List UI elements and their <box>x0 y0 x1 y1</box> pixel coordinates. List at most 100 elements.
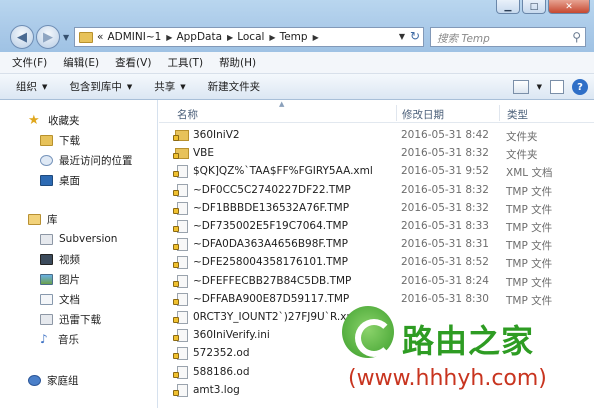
file-name: $QK]QZ%`TAA$FF%FGIRY5AA.xml <box>193 165 373 178</box>
menu-bar: 文件(F) 编辑(E) 查看(V) 工具(T) 帮助(H) <box>0 52 594 74</box>
file-date: 2016-05-31 8:42 <box>401 129 489 141</box>
sidebar-item-homegroup[interactable]: 家庭组 <box>28 371 79 389</box>
maximize-button[interactable]: □ <box>522 0 546 14</box>
lock-icon <box>173 244 179 251</box>
download-folder-icon <box>40 134 53 146</box>
watermark-url: (www.hhhyh.com) <box>348 366 547 391</box>
sidebar-item-pictures[interactable]: 图片 <box>40 270 80 288</box>
menu-tools[interactable]: 工具(T) <box>167 55 203 70</box>
file-date: 2016-05-31 8:24 <box>401 274 489 287</box>
file-row[interactable]: ~DF1BBBDE136532A76F.TMP 2016-05-31 8:32 TM… <box>171 199 591 217</box>
file-type: XML 文档 <box>506 167 553 180</box>
sidebar-item-favorites[interactable]: ★ 收藏夹 <box>28 111 80 129</box>
view-controls: ▼ ? <box>512 79 588 95</box>
file-name: 572352.od <box>193 347 250 360</box>
chevron-right-icon[interactable]: ▶ <box>166 33 172 42</box>
address-bar[interactable]: « ADMINI~1 ▶ AppData ▶ Local ▶ Temp ▶ ▼ ↻ <box>74 27 424 47</box>
file-row[interactable]: $QK]QZ%`TAA$FF%FGIRY5AA.xml 2016-05-31 9:… <box>171 162 591 180</box>
folder-icon <box>79 31 93 43</box>
file-type: TMP 文件 <box>506 222 553 234</box>
sidebar-item-libraries[interactable]: 库 <box>28 210 58 228</box>
column-name-header[interactable]: 名称 <box>177 107 198 122</box>
video-library-icon <box>40 253 53 265</box>
sidebar-item-recent[interactable]: 最近访问的位置 <box>40 151 133 169</box>
help-icon[interactable]: ? <box>572 79 588 95</box>
file-name: 588186.od <box>193 365 250 378</box>
picture-library-icon <box>40 273 53 285</box>
maximize-icon: □ <box>529 1 539 12</box>
watermark-logo <box>342 306 394 358</box>
file-row[interactable]: ~DFFABA900E87D59117.TMP 2016-05-31 8:30 TM… <box>171 290 591 308</box>
menu-help[interactable]: 帮助(H) <box>219 55 256 70</box>
organize-button[interactable]: 组织 ▼ <box>16 79 47 94</box>
chevron-right-icon[interactable]: ▶ <box>313 33 319 42</box>
window-titlebar: ▁ □ ✕ ◀ ▶ ▼ « ADMINI~1 ▶ AppData ▶ Local ▶ … <box>0 0 594 52</box>
column-divider[interactable] <box>396 105 397 121</box>
sidebar-item-downloads[interactable]: 下载 <box>40 131 80 149</box>
sidebar-item-desktop[interactable]: 桌面 <box>40 171 80 189</box>
menu-view[interactable]: 查看(V) <box>115 55 151 70</box>
file-row[interactable]: VBE 2016-05-31 8:32 文件夹 <box>171 144 591 162</box>
lock-icon <box>173 280 179 287</box>
chevron-right-icon[interactable]: ▶ <box>269 33 275 42</box>
file-name: 360IniV2 <box>193 129 240 141</box>
search-input[interactable]: 搜索 Temp ⚲ <box>430 27 586 47</box>
file-name: ~DFE258004358176101.TMP <box>193 256 348 269</box>
file-date: 2016-05-31 8:31 <box>401 238 489 251</box>
view-dropdown-icon[interactable]: ▼ <box>537 83 542 91</box>
minimize-button[interactable]: ▁ <box>496 0 520 14</box>
file-date: 2016-05-31 8:30 <box>401 292 489 305</box>
file-type: TMP 文件 <box>506 203 553 216</box>
new-folder-button[interactable]: 新建文件夹 <box>208 79 261 94</box>
watermark-brand-text: 路由之家 <box>402 322 535 360</box>
column-divider[interactable] <box>499 105 500 121</box>
file-name: VBE <box>193 147 215 160</box>
share-button[interactable]: 共享 ▼ <box>154 79 185 94</box>
forward-button[interactable]: ▶ <box>36 25 60 49</box>
lock-icon <box>173 353 179 360</box>
library-icon <box>28 213 41 225</box>
back-button[interactable]: ◀ <box>10 25 34 49</box>
file-row[interactable]: ~DFEFFECBB27B84C5DB.TMP 2016-05-31 8:24 TM… <box>171 272 591 290</box>
refresh-icon[interactable]: ↻ <box>410 29 420 43</box>
search-icon[interactable]: ⚲ <box>572 30 581 44</box>
file-name: 360IniVerify.ini <box>193 329 270 342</box>
close-icon: ✕ <box>565 1 573 12</box>
breadcrumb-appdata[interactable]: AppData ▶ <box>176 31 233 43</box>
thunder-library-icon <box>40 313 53 325</box>
search-placeholder: 搜索 Temp <box>437 33 490 45</box>
file-date: 2016-05-31 8:33 <box>401 220 489 232</box>
sidebar-item-music[interactable]: ♪ 音乐 <box>40 330 79 348</box>
file-row[interactable]: 360IniV2 2016-05-31 8:42 文件夹 <box>171 126 591 144</box>
file-name: ~DF735002E5F19C7064.TMP <box>193 220 348 232</box>
column-type-header[interactable]: 类型 <box>507 107 528 122</box>
address-dropdown-icon[interactable]: ▼ <box>399 32 405 41</box>
sidebar-item-documents[interactable]: 文档 <box>40 290 80 308</box>
breadcrumb-temp[interactable]: Temp ▶ <box>280 31 319 43</box>
chevron-right-icon[interactable]: ▶ <box>227 33 233 42</box>
recent-places-icon <box>40 154 53 166</box>
breadcrumb-local[interactable]: Local ▶ <box>237 31 275 43</box>
file-row[interactable]: ~DF735002E5F19C7064.TMP 2016-05-31 8:33 TM… <box>171 217 591 235</box>
file-type: TMP 文件 <box>506 258 553 271</box>
file-row[interactable]: ~DFA0DA363A4656B98F.TMP 2016-05-31 8:31 TM… <box>171 235 591 253</box>
breadcrumb-overflow[interactable]: « <box>97 31 103 43</box>
file-row[interactable]: ~DF0CC5C2740227DF22.TMP 2016-05-31 8:32 TM… <box>171 181 591 199</box>
breadcrumb-admini[interactable]: ADMINI~1 ▶ <box>107 31 172 43</box>
column-date-header[interactable]: 修改日期 <box>402 107 444 122</box>
menu-file[interactable]: 文件(F) <box>12 55 47 70</box>
sidebar-item-subversion[interactable]: Subversion <box>40 230 117 248</box>
file-date: 2016-05-31 8:32 <box>401 147 489 160</box>
file-row[interactable]: ~DFE258004358176101.TMP 2016-05-31 8:52 TM… <box>171 253 591 271</box>
lock-icon <box>173 226 179 232</box>
file-name: ~DFA0DA363A4656B98F.TMP <box>193 238 348 251</box>
include-in-library-button[interactable]: 包含到库中 ▼ <box>69 79 132 94</box>
recent-pages-dropdown[interactable]: ▼ <box>63 33 69 42</box>
preview-pane-icon[interactable] <box>550 80 564 94</box>
lock-icon <box>173 135 179 141</box>
menu-edit[interactable]: 编辑(E) <box>63 55 99 70</box>
sidebar-item-thunder-downloads[interactable]: 迅雷下载 <box>40 310 101 328</box>
change-view-icon[interactable] <box>512 80 529 94</box>
sidebar-item-videos[interactable]: 视频 <box>40 250 80 268</box>
close-button[interactable]: ✕ <box>548 0 590 14</box>
